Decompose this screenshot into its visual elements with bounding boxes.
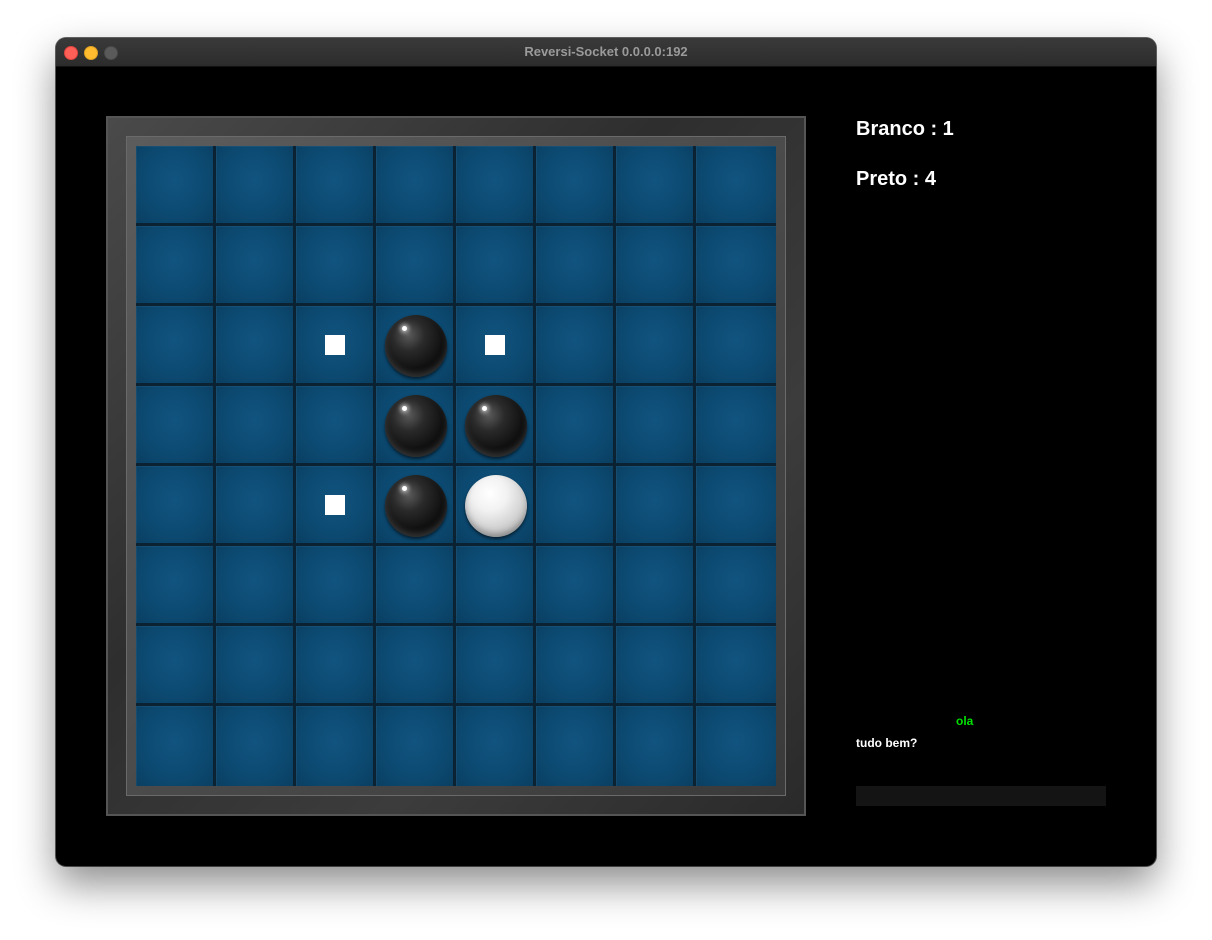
chat-message-local: tudo bem? <box>856 736 918 750</box>
piece-highlight <box>402 326 407 331</box>
board-cell-r3-c0[interactable] <box>136 386 216 466</box>
piece-highlight <box>402 406 407 411</box>
game-board <box>136 146 776 786</box>
board-cell-r2-c3[interactable] <box>376 306 456 386</box>
app-window: Reversi-Socket 0.0.0.0:192 Branco : 1 Pr… <box>56 38 1156 866</box>
board-cell-r4-c1[interactable] <box>216 466 296 546</box>
board-cell-r5-c4[interactable] <box>456 546 536 626</box>
board-cell-r0-c2[interactable] <box>296 146 376 226</box>
board-cell-r5-c1[interactable] <box>216 546 296 626</box>
board-cell-r3-c1[interactable] <box>216 386 296 466</box>
valid-move-marker[interactable] <box>485 335 505 355</box>
board-cell-r0-c0[interactable] <box>136 146 216 226</box>
board-cell-r5-c0[interactable] <box>136 546 216 626</box>
board-cell-r3-c2[interactable] <box>296 386 376 466</box>
black-piece <box>385 475 447 537</box>
board-cell-r7-c5[interactable] <box>536 706 616 786</box>
board-cell-r5-c7[interactable] <box>696 546 776 626</box>
board-cell-r6-c7[interactable] <box>696 626 776 706</box>
board-cell-r0-c1[interactable] <box>216 146 296 226</box>
black-piece <box>385 315 447 377</box>
board-cell-r4-c3[interactable] <box>376 466 456 546</box>
board-cell-r0-c7[interactable] <box>696 146 776 226</box>
board-cell-r3-c7[interactable] <box>696 386 776 466</box>
board-cell-r7-c6[interactable] <box>616 706 696 786</box>
white-score: Branco : 1 <box>856 118 954 140</box>
board-cell-r4-c7[interactable] <box>696 466 776 546</box>
board-cell-r6-c2[interactable] <box>296 626 376 706</box>
board-cell-r1-c0[interactable] <box>136 226 216 306</box>
board-cell-r2-c0[interactable] <box>136 306 216 386</box>
board-cell-r6-c4[interactable] <box>456 626 536 706</box>
board-cell-r4-c4[interactable] <box>456 466 536 546</box>
black-piece <box>385 395 447 457</box>
valid-move-marker[interactable] <box>325 335 345 355</box>
board-cell-r0-c6[interactable] <box>616 146 696 226</box>
board-cell-r0-c3[interactable] <box>376 146 456 226</box>
board-cell-r4-c0[interactable] <box>136 466 216 546</box>
board-cell-r4-c2[interactable] <box>296 466 376 546</box>
board-cell-r1-c7[interactable] <box>696 226 776 306</box>
board-cell-r0-c5[interactable] <box>536 146 616 226</box>
board-cell-r6-c3[interactable] <box>376 626 456 706</box>
board-cell-r4-c5[interactable] <box>536 466 616 546</box>
valid-move-marker[interactable] <box>325 495 345 515</box>
board-cell-r3-c6[interactable] <box>616 386 696 466</box>
board-cell-r5-c6[interactable] <box>616 546 696 626</box>
title-bar: Reversi-Socket 0.0.0.0:192 <box>56 38 1156 67</box>
board-frame <box>106 116 806 816</box>
black-piece <box>465 395 527 457</box>
board-cell-r6-c6[interactable] <box>616 626 696 706</box>
board-cell-r1-c5[interactable] <box>536 226 616 306</box>
board-cell-r4-c6[interactable] <box>616 466 696 546</box>
board-cell-r5-c2[interactable] <box>296 546 376 626</box>
board-cell-r7-c2[interactable] <box>296 706 376 786</box>
board-cell-r3-c5[interactable] <box>536 386 616 466</box>
board-cell-r3-c4[interactable] <box>456 386 536 466</box>
board-cell-r2-c2[interactable] <box>296 306 376 386</box>
board-cell-r7-c4[interactable] <box>456 706 536 786</box>
board-cell-r1-c6[interactable] <box>616 226 696 306</box>
board-cell-r1-c4[interactable] <box>456 226 536 306</box>
board-cell-r7-c1[interactable] <box>216 706 296 786</box>
piece-highlight <box>402 486 407 491</box>
board-cell-r5-c3[interactable] <box>376 546 456 626</box>
board-cell-r7-c0[interactable] <box>136 706 216 786</box>
black-score: Preto : 4 <box>856 168 937 190</box>
board-cell-r1-c1[interactable] <box>216 226 296 306</box>
board-cell-r0-c4[interactable] <box>456 146 536 226</box>
board-cell-r2-c1[interactable] <box>216 306 296 386</box>
chat-input[interactable] <box>856 786 1106 806</box>
chat-message-remote: ola <box>956 714 974 728</box>
board-cell-r2-c7[interactable] <box>696 306 776 386</box>
board-cell-r7-c3[interactable] <box>376 706 456 786</box>
board-cell-r5-c5[interactable] <box>536 546 616 626</box>
board-cell-r2-c4[interactable] <box>456 306 536 386</box>
board-cell-r1-c3[interactable] <box>376 226 456 306</box>
board-cell-r3-c3[interactable] <box>376 386 456 466</box>
board-cell-r2-c5[interactable] <box>536 306 616 386</box>
board-cell-r6-c5[interactable] <box>536 626 616 706</box>
board-cell-r2-c6[interactable] <box>616 306 696 386</box>
board-cell-r6-c1[interactable] <box>216 626 296 706</box>
piece-highlight <box>482 406 487 411</box>
board-cell-r6-c0[interactable] <box>136 626 216 706</box>
white-piece <box>465 475 527 537</box>
window-title: Reversi-Socket 0.0.0.0:192 <box>524 44 688 59</box>
board-cell-r1-c2[interactable] <box>296 226 376 306</box>
board-cell-r7-c7[interactable] <box>696 706 776 786</box>
